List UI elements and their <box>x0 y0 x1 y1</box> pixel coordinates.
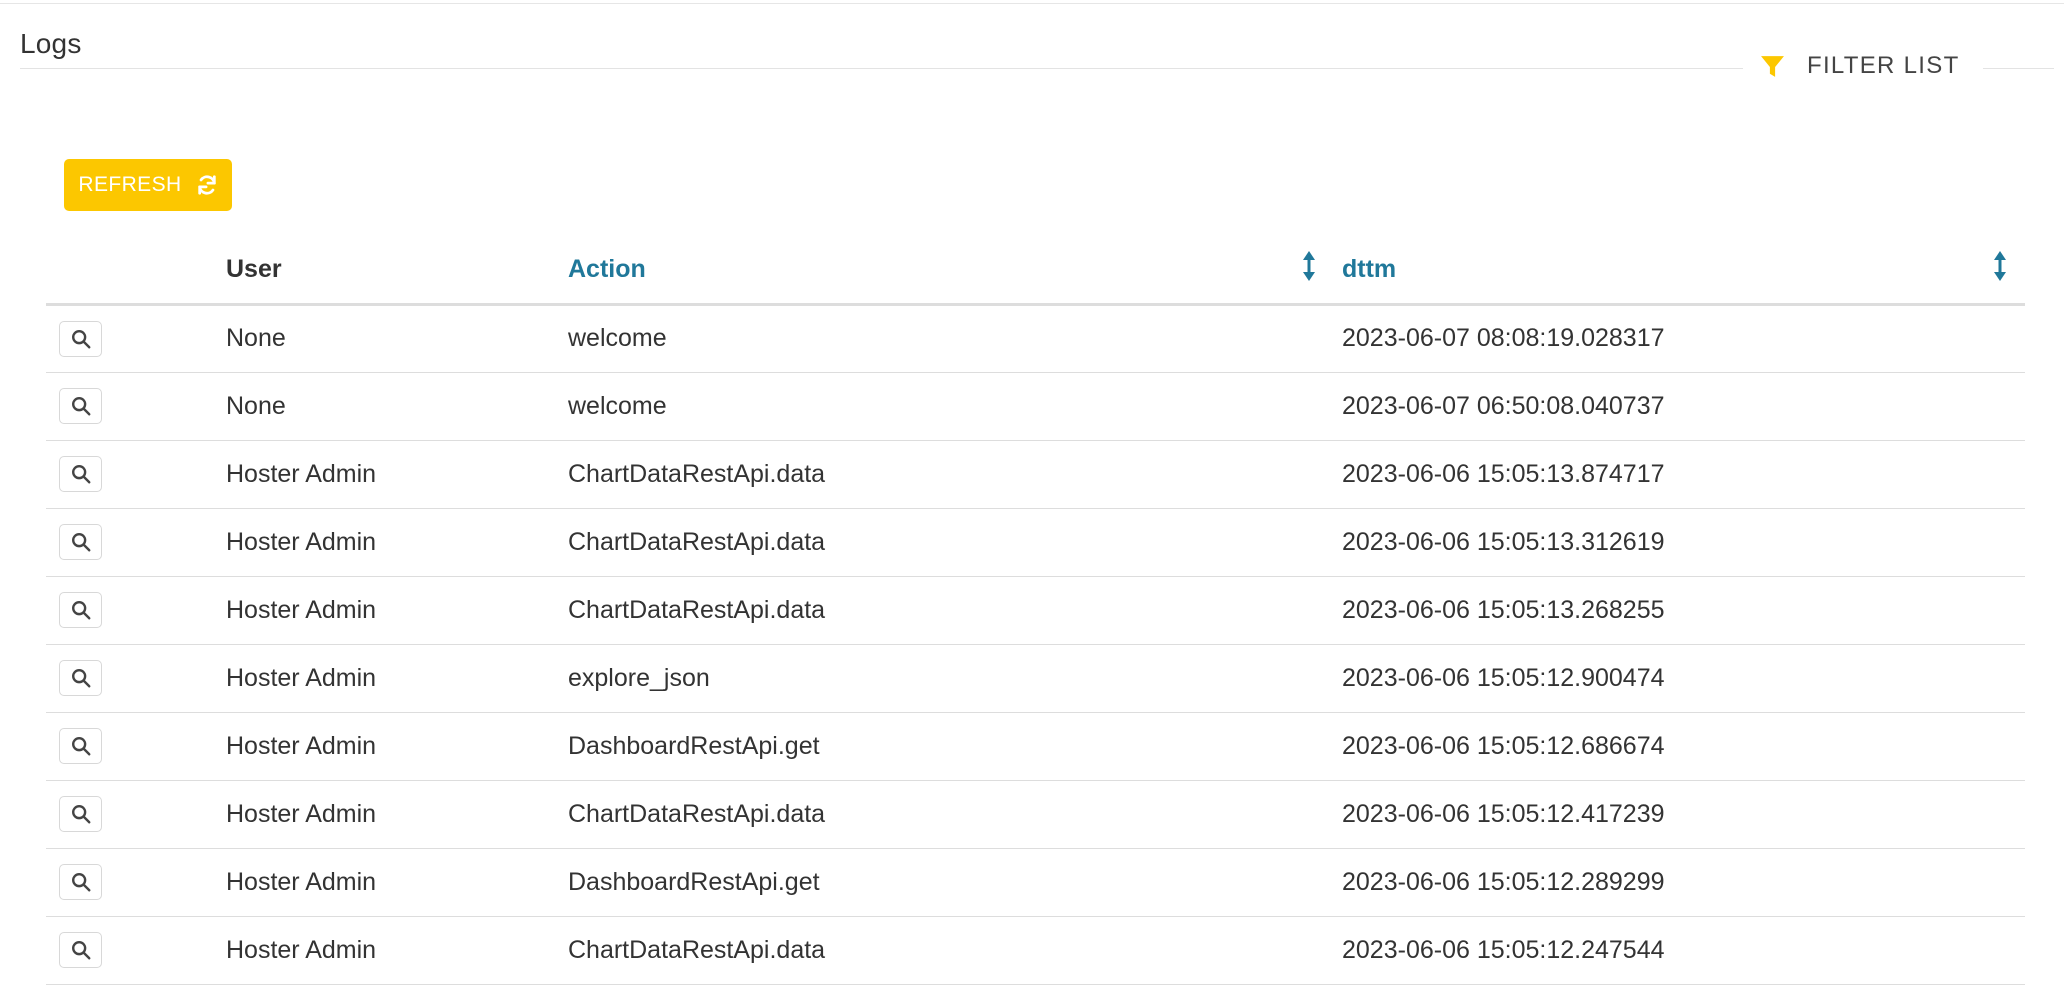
column-header-action[interactable]: Action <box>568 236 1342 306</box>
search-icon <box>70 599 92 621</box>
sort-icon[interactable] <box>1302 250 1316 282</box>
search-icon <box>70 939 92 961</box>
action-cell: DashboardRestApi.get <box>568 848 1342 917</box>
view-cell <box>46 372 226 441</box>
table-row: Hoster Admin DashboardRestApi.get 2023-06-… <box>46 712 2025 781</box>
logs-table: User Action dttm None welcome 2023-06-07… <box>46 236 2025 985</box>
table-row: Hoster Admin ChartDataRestApi.data 2023-06… <box>46 780 2025 849</box>
action-cell: ChartDataRestApi.data <box>568 780 1342 849</box>
action-cell: ChartDataRestApi.data <box>568 916 1342 985</box>
column-header-action-label: Action <box>568 254 646 283</box>
view-cell <box>46 644 226 713</box>
view-cell <box>46 712 226 781</box>
dttm-cell: 2023-06-06 15:05:13.268255 <box>1342 576 2025 645</box>
action-cell: ChartDataRestApi.data <box>568 508 1342 577</box>
dttm-cell: 2023-06-06 15:05:12.289299 <box>1342 848 2025 917</box>
sort-icon[interactable] <box>1993 250 2007 282</box>
user-cell: None <box>226 304 568 373</box>
column-header-user: User <box>226 236 568 306</box>
table-row: Hoster Admin DashboardRestApi.get 2023-06-… <box>46 848 2025 917</box>
table-row: Hoster Admin explore_json 2023-06-06 15:05… <box>46 644 2025 713</box>
title-divider <box>20 68 1743 69</box>
view-cell <box>46 916 226 985</box>
view-cell <box>46 576 226 645</box>
user-cell: Hoster Admin <box>226 848 568 917</box>
dttm-cell: 2023-06-06 15:05:12.686674 <box>1342 712 2025 781</box>
view-cell <box>46 508 226 577</box>
search-icon <box>70 531 92 553</box>
dttm-cell: 2023-06-06 15:05:12.900474 <box>1342 644 2025 713</box>
filter-list-toggle[interactable]: FILTER LIST <box>1742 44 1982 88</box>
search-icon <box>70 328 92 350</box>
view-record-button[interactable] <box>59 388 102 424</box>
view-cell <box>46 440 226 509</box>
table-header-row: User Action dttm <box>46 236 2025 306</box>
dttm-cell: 2023-06-06 15:05:12.417239 <box>1342 780 2025 849</box>
filter-list-label: FILTER LIST <box>1807 52 1960 79</box>
refresh-icon <box>196 174 218 196</box>
table-row: Hoster Admin ChartDataRestApi.data 2023-06… <box>46 440 2025 509</box>
action-cell: explore_json <box>568 644 1342 713</box>
search-icon <box>70 803 92 825</box>
refresh-button[interactable]: REFRESH <box>64 159 232 211</box>
view-record-button[interactable] <box>59 456 102 492</box>
view-record-button[interactable] <box>59 320 102 357</box>
view-cell <box>46 304 226 373</box>
view-record-button[interactable] <box>59 864 102 900</box>
view-record-button[interactable] <box>59 728 102 764</box>
refresh-label: REFRESH <box>78 173 182 196</box>
action-cell: ChartDataRestApi.data <box>568 576 1342 645</box>
table-row: None welcome 2023-06-07 06:50:08.040737 <box>46 372 2025 441</box>
view-cell <box>46 848 226 917</box>
column-header-dttm[interactable]: dttm <box>1342 236 2025 306</box>
search-icon <box>70 871 92 893</box>
user-cell: Hoster Admin <box>226 576 568 645</box>
user-cell: Hoster Admin <box>226 712 568 781</box>
user-cell: Hoster Admin <box>226 780 568 849</box>
view-record-button[interactable] <box>59 796 102 832</box>
table-row: None welcome 2023-06-07 08:08:19.028317 <box>46 304 2025 373</box>
table-row: Hoster Admin ChartDataRestApi.data 2023-06… <box>46 916 2025 985</box>
user-cell: Hoster Admin <box>226 916 568 985</box>
table-row: Hoster Admin ChartDataRestApi.data 2023-06… <box>46 508 2025 577</box>
dttm-cell: 2023-06-07 06:50:08.040737 <box>1342 372 2025 441</box>
view-cell <box>46 780 226 849</box>
view-record-button[interactable] <box>59 524 102 560</box>
page-title: Logs <box>20 28 82 59</box>
action-cell: welcome <box>568 372 1342 441</box>
top-divider <box>0 3 2064 4</box>
search-icon <box>70 667 92 689</box>
user-cell: Hoster Admin <box>226 644 568 713</box>
dttm-cell: 2023-06-06 15:05:12.247544 <box>1342 916 2025 985</box>
dttm-cell: 2023-06-07 08:08:19.028317 <box>1342 304 2025 373</box>
action-cell: DashboardRestApi.get <box>568 712 1342 781</box>
logs-table-body: None welcome 2023-06-07 08:08:19.028317 Non… <box>46 304 2025 985</box>
view-record-button[interactable] <box>59 660 102 696</box>
filter-divider <box>1983 68 2054 69</box>
column-header-user-label: User <box>226 254 282 283</box>
user-cell: Hoster Admin <box>226 508 568 577</box>
user-cell: Hoster Admin <box>226 440 568 509</box>
column-header-dttm-label: dttm <box>1342 254 1397 283</box>
search-icon <box>70 395 92 417</box>
table-row: Hoster Admin ChartDataRestApi.data 2023-06… <box>46 576 2025 645</box>
action-cell: ChartDataRestApi.data <box>568 440 1342 509</box>
view-record-button[interactable] <box>59 592 102 628</box>
filter-icon <box>1760 54 1785 79</box>
user-cell: None <box>226 372 568 441</box>
view-column-header <box>46 236 226 306</box>
action-cell: welcome <box>568 304 1342 373</box>
view-record-button[interactable] <box>59 932 102 968</box>
dttm-cell: 2023-06-06 15:05:13.312619 <box>1342 508 2025 577</box>
search-icon <box>70 463 92 485</box>
dttm-cell: 2023-06-06 15:05:13.874717 <box>1342 440 2025 509</box>
search-icon <box>70 735 92 757</box>
